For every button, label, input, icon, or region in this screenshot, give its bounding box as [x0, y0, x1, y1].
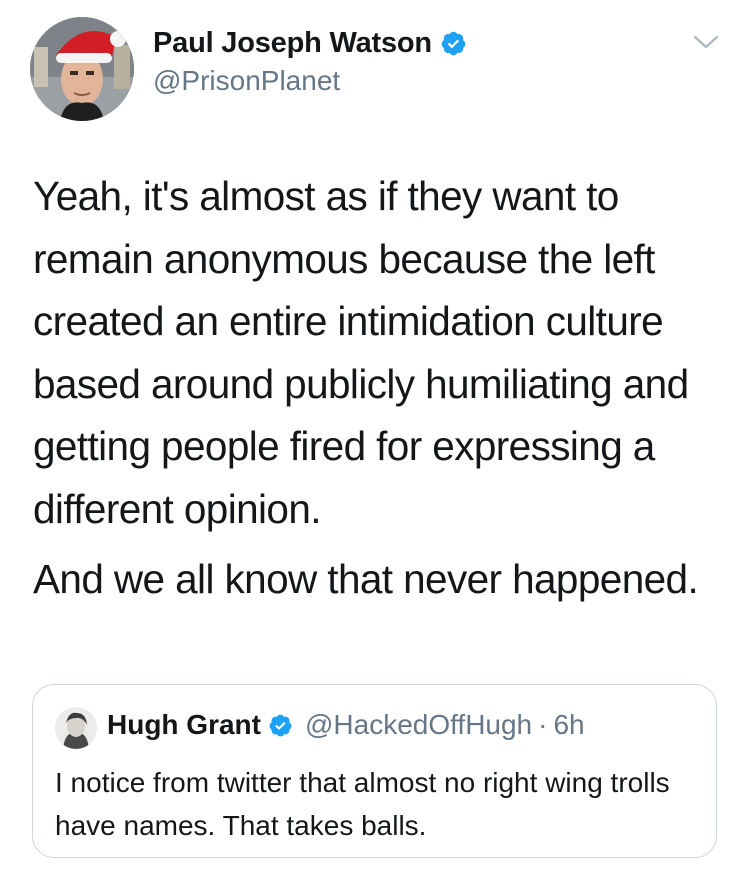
quoted-timestamp[interactable]: 6h	[553, 709, 584, 741]
quoted-tweet-text: I notice from twitter that almost no rig…	[55, 767, 670, 841]
avatar-photo-icon	[30, 17, 134, 121]
author-name[interactable]: Paul Joseph Watson	[153, 27, 432, 60]
verified-badge-icon	[441, 31, 466, 56]
quoted-tweet-card[interactable]: Hugh Grant @HackedOffHugh · 6h I notice …	[32, 684, 717, 858]
tweet-text: Yeah, it's almost as if they want to rem…	[33, 173, 689, 532]
chevron-down-icon[interactable]	[693, 33, 719, 51]
quoted-author-name[interactable]: Hugh Grant	[107, 709, 261, 741]
author-name-row: Paul Joseph Watson	[153, 27, 467, 60]
quoted-author-avatar	[55, 707, 97, 749]
quoted-separator: ·	[538, 709, 548, 740]
author-handle[interactable]: @PrisonPlanet	[153, 65, 340, 97]
tweet-text-second-paragraph: And we all know that never happened.	[33, 556, 699, 602]
quoted-author-handle[interactable]: @HackedOffHugh	[305, 709, 532, 741]
quoted-tweet-header: Hugh Grant @HackedOffHugh · 6h	[107, 709, 585, 741]
verified-badge-icon	[269, 714, 292, 736]
quoted-avatar-photo-icon	[55, 707, 97, 749]
author-avatar[interactable]	[30, 17, 134, 121]
